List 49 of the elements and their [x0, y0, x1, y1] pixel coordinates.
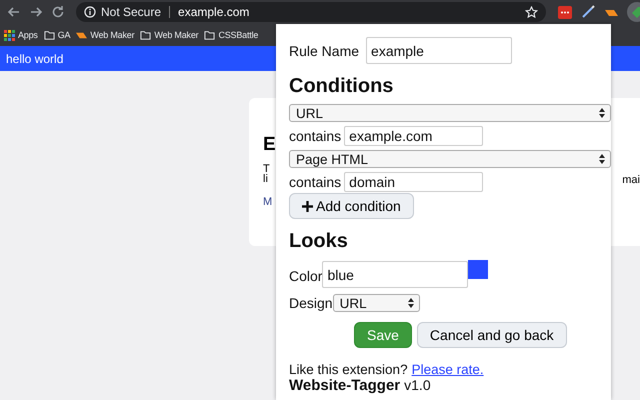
save-button[interactable]: Save [354, 322, 412, 348]
color-swatch[interactable] [468, 260, 488, 279]
extension-icon [558, 6, 572, 18]
url-text: example.com [178, 5, 250, 19]
address-bar[interactable]: Not Secure example.com [76, 2, 546, 22]
folder-icon [44, 30, 55, 40]
security-label: Not Secure [101, 5, 162, 19]
bookmark-item[interactable]: Apps [4, 30, 38, 40]
folder-icon [204, 30, 216, 40]
folder-icon [140, 30, 152, 40]
design-select[interactable]: URL [332, 294, 420, 312]
version-text: v1.0 [404, 377, 431, 393]
bookmark-item[interactable]: CSSBattle [204, 30, 258, 40]
star-icon [525, 6, 538, 18]
field-label: Design [289, 295, 333, 311]
rating-prompt: Like this extension? [289, 362, 408, 377]
select-arrows-icon [598, 107, 606, 119]
operator-label: contains [289, 174, 342, 190]
field-label: Color [289, 268, 322, 284]
condition-value-field[interactable]: example.com [344, 126, 484, 146]
plus-icon [302, 200, 313, 212]
card-text: T [263, 164, 271, 174]
condition-select[interactable]: URL [289, 104, 611, 122]
rate-link[interactable]: Please rate. [412, 362, 484, 377]
card-text: li [263, 174, 269, 184]
condition-select[interactable]: Page HTML [289, 150, 611, 168]
bookmark-item[interactable]: GA [44, 30, 70, 40]
reload-icon [50, 4, 66, 20]
condition-value-field[interactable]: domain [344, 172, 484, 192]
pen-icon [581, 5, 595, 19]
cancel-button[interactable]: Cancel and go back [416, 322, 567, 348]
section-heading: Looks [289, 229, 349, 253]
extension-name: Website-Tagger [289, 377, 400, 394]
card-text: mai [622, 174, 640, 186]
card-heading: E [263, 134, 276, 156]
apps-grid-icon [4, 30, 15, 40]
info-icon [84, 6, 96, 18]
tag-icon [630, 6, 640, 18]
rule-name-field[interactable]: example [366, 37, 512, 64]
webmaker-icon [76, 32, 88, 38]
color-field[interactable]: blue [322, 261, 468, 288]
select-arrows-icon [598, 153, 606, 165]
add-condition-button[interactable]: Add condition [289, 193, 414, 219]
bookmark-item[interactable]: Web Maker [140, 30, 198, 40]
card-link[interactable]: M [263, 196, 272, 208]
section-heading: Conditions [289, 74, 394, 98]
select-arrows-icon [406, 297, 415, 309]
bookmark-item[interactable]: Web Maker [76, 30, 134, 40]
operator-label: contains [289, 128, 342, 144]
